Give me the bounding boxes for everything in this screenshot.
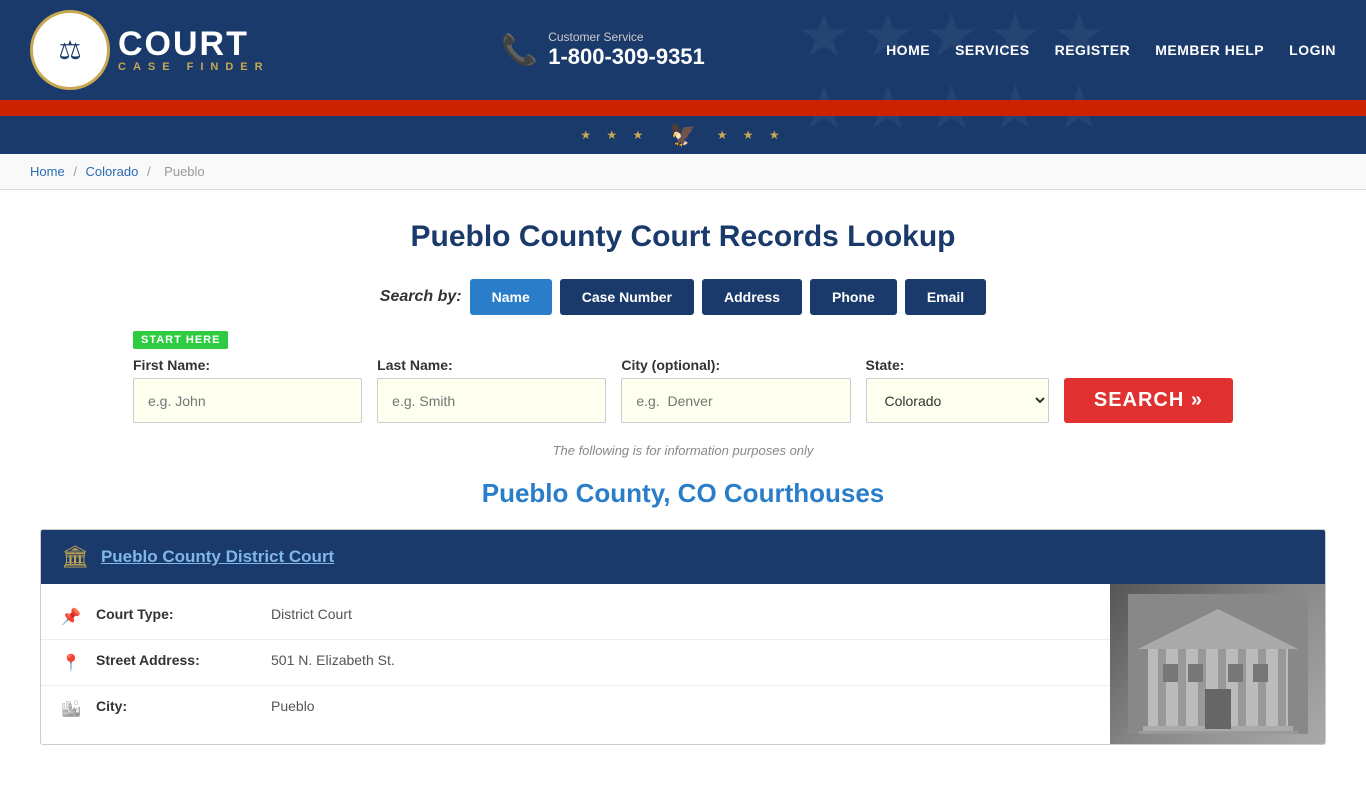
courthouses-title: Pueblo County, CO Courthouses — [40, 478, 1326, 509]
breadcrumb: Home / Colorado / Pueblo — [0, 154, 1366, 190]
cs-label: Customer Service — [548, 30, 705, 44]
cs-info: Customer Service 1-800-309-9351 — [548, 30, 705, 70]
breadcrumb-home[interactable]: Home — [30, 164, 65, 179]
city-input[interactable] — [621, 378, 850, 423]
red-banner — [0, 100, 1366, 116]
eagle-section: ★ ★ ★ 🦅 ★ ★ ★ — [0, 116, 1366, 154]
start-here-badge: START HERE — [133, 331, 228, 349]
page-title: Pueblo County Court Records Lookup — [40, 220, 1326, 254]
tab-address[interactable]: Address — [702, 279, 802, 315]
state-group: State: Colorado Alabama Alaska Arizona A… — [866, 357, 1049, 423]
tab-case-number[interactable]: Case Number — [560, 279, 694, 315]
nav-home[interactable]: HOME — [886, 42, 930, 58]
breadcrumb-sep-1: / — [73, 164, 80, 179]
search-section: Search by: Name Case Number Address Phon… — [40, 279, 1326, 478]
last-name-group: Last Name: — [377, 357, 606, 423]
eagle-icon: 🦅 — [669, 122, 696, 148]
last-name-input[interactable] — [377, 378, 606, 423]
courthouse-header: 🏛 Pueblo County District Court — [41, 530, 1325, 584]
phone-icon: 📞 — [501, 33, 538, 68]
site-header: ★★★★★★★★★★ ⚖ COURT CASE FINDER 📞 Custome… — [0, 0, 1366, 154]
street-address-value: 501 N. Elizabeth St. — [271, 652, 395, 668]
courthouse-name-link[interactable]: Pueblo County District Court — [101, 547, 334, 567]
breadcrumb-sep-2: / — [147, 164, 154, 179]
nav-member-help[interactable]: MEMBER HELP — [1155, 42, 1264, 58]
info-note: The following is for information purpose… — [553, 443, 814, 458]
court-type-icon: 📌 — [61, 607, 81, 627]
left-stars: ★ ★ ★ — [580, 128, 649, 142]
search-by-row: Search by: Name Case Number Address Phon… — [380, 279, 986, 315]
main-content: Pueblo County Court Records Lookup Searc… — [0, 190, 1366, 795]
city-detail-value: Pueblo — [271, 698, 315, 714]
header-top: ⚖ COURT CASE FINDER 📞 Customer Service 1… — [0, 0, 1366, 100]
address-icon: 📍 — [61, 653, 81, 673]
cs-phone: 1-800-309-9351 — [548, 44, 705, 69]
state-label: State: — [866, 357, 1049, 373]
search-button[interactable]: SEARCH » — [1064, 378, 1233, 423]
nav-register[interactable]: REGISTER — [1055, 42, 1131, 58]
logo-court-label: COURT — [118, 27, 270, 61]
tab-name[interactable]: Name — [470, 279, 552, 315]
scales-icon: ⚖ — [58, 35, 81, 66]
logo-emblem: ⚖ — [30, 10, 110, 90]
court-type-label: Court Type: — [96, 606, 256, 622]
courthouse-img-placeholder — [1110, 584, 1325, 744]
city-group: City (optional): — [621, 357, 850, 423]
search-by-label: Search by: — [380, 288, 462, 306]
main-nav: HOME SERVICES REGISTER MEMBER HELP LOGIN — [886, 42, 1336, 58]
nav-services[interactable]: SERVICES — [955, 42, 1030, 58]
nav-login[interactable]: LOGIN — [1289, 42, 1336, 58]
city-detail-label: City: — [96, 698, 256, 714]
detail-row-address: 📍 Street Address: 501 N. Elizabeth St. — [41, 640, 1110, 686]
customer-service-block: 📞 Customer Service 1-800-309-9351 — [501, 30, 705, 70]
court-type-value: District Court — [271, 606, 352, 622]
courthouse-card: 🏛 Pueblo County District Court 📌 Court T… — [40, 529, 1326, 745]
right-stars: ★ ★ ★ — [717, 128, 786, 142]
tab-phone[interactable]: Phone — [810, 279, 897, 315]
logo-title: COURT CASE FINDER — [118, 27, 270, 73]
city-icon: 🏙 — [61, 699, 81, 719]
courthouse-details: 📌 Court Type: District Court 📍 Street Ad… — [41, 584, 1110, 744]
courthouse-building-svg — [1128, 594, 1308, 734]
city-label: City (optional): — [621, 357, 850, 373]
detail-row-city: 🏙 City: Pueblo — [41, 686, 1110, 731]
logo-area: ⚖ COURT CASE FINDER — [30, 10, 270, 90]
search-form: First Name: Last Name: City (optional): … — [133, 357, 1233, 423]
first-name-input[interactable] — [133, 378, 362, 423]
first-name-label: First Name: — [133, 357, 362, 373]
logo-case-finder-label: CASE FINDER — [118, 61, 270, 73]
last-name-label: Last Name: — [377, 357, 606, 373]
courthouse-header-icon: 🏛 — [61, 544, 89, 570]
street-address-label: Street Address: — [96, 652, 256, 668]
detail-row-court-type: 📌 Court Type: District Court — [41, 594, 1110, 640]
breadcrumb-colorado[interactable]: Colorado — [86, 164, 139, 179]
breadcrumb-pueblo: Pueblo — [164, 164, 204, 179]
state-select[interactable]: Colorado Alabama Alaska Arizona Arkansas… — [866, 378, 1049, 423]
first-name-group: First Name: — [133, 357, 362, 423]
tab-email[interactable]: Email — [905, 279, 986, 315]
courthouse-body: 📌 Court Type: District Court 📍 Street Ad… — [41, 584, 1325, 744]
courthouse-image — [1110, 584, 1325, 744]
